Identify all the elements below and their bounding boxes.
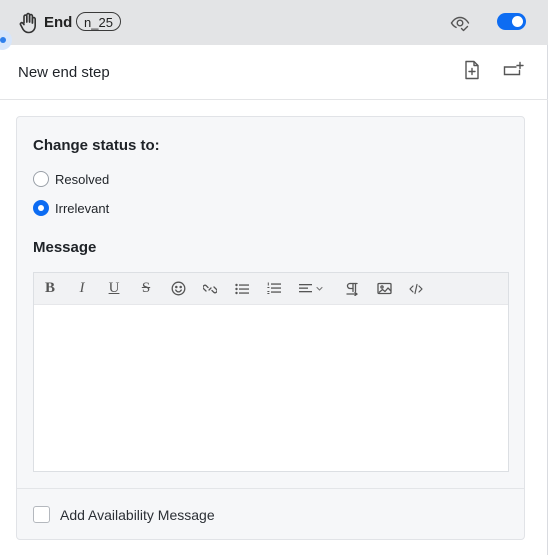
availability-label: Add Availability Message xyxy=(60,506,215,523)
availability-message-option[interactable]: Add Availability Message xyxy=(33,506,215,523)
add-input-icon[interactable] xyxy=(502,61,524,79)
node-enabled-toggle[interactable] xyxy=(497,13,526,30)
end-step-card: Change status to: Resolved Irrelevant Me… xyxy=(16,116,525,540)
bulleted-list-icon[interactable] xyxy=(231,273,253,304)
radio-resolved[interactable] xyxy=(33,171,49,187)
code-icon[interactable] xyxy=(405,273,427,304)
message-editor: B I U S xyxy=(33,272,509,472)
status-section-label: Change status to: xyxy=(33,137,160,154)
hand-icon xyxy=(18,12,38,34)
numbered-list-icon[interactable] xyxy=(263,273,285,304)
toggle-knob xyxy=(512,16,523,27)
bold-icon[interactable]: B xyxy=(39,273,61,304)
radio-label: Resolved xyxy=(55,171,110,187)
node-id-badge: n_25 xyxy=(76,12,121,31)
step-title: New end step xyxy=(18,64,110,81)
emoji-icon[interactable] xyxy=(167,273,189,304)
card-divider xyxy=(17,488,524,489)
availability-checkbox[interactable] xyxy=(33,506,50,523)
status-option-resolved[interactable]: Resolved xyxy=(33,171,109,187)
status-option-irrelevant[interactable]: Irrelevant xyxy=(33,200,109,216)
paragraph-icon[interactable] xyxy=(341,273,363,304)
step-row: New end step xyxy=(0,45,548,100)
italic-icon[interactable]: I xyxy=(71,273,93,304)
editor-toolbar: B I U S xyxy=(34,273,508,305)
image-icon[interactable] xyxy=(373,273,395,304)
node-title: End xyxy=(44,14,73,31)
strikethrough-icon[interactable]: S xyxy=(135,273,157,304)
node-header: End n_25 xyxy=(0,0,548,45)
align-dropdown[interactable] xyxy=(295,273,329,304)
message-section-label: Message xyxy=(33,239,97,256)
message-editor-body[interactable] xyxy=(34,305,508,472)
visibility-icon[interactable] xyxy=(450,13,470,33)
link-icon[interactable] xyxy=(199,273,221,304)
radio-label: Irrelevant xyxy=(55,200,110,216)
underline-icon[interactable]: U xyxy=(103,273,125,304)
radio-irrelevant[interactable] xyxy=(33,200,49,216)
add-file-icon[interactable] xyxy=(463,60,481,80)
